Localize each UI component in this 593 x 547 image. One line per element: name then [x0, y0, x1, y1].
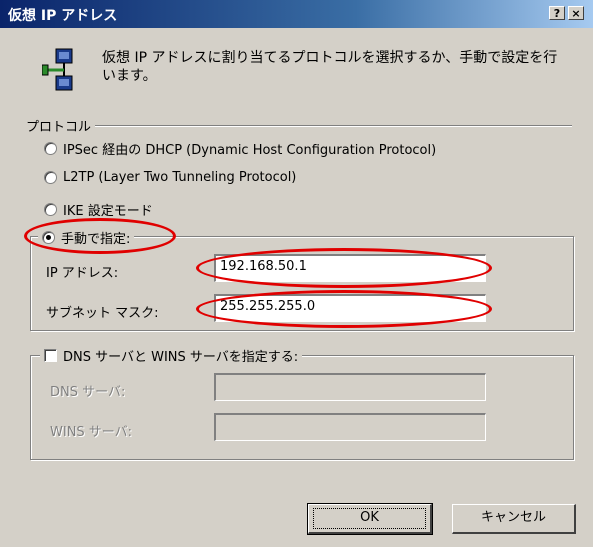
- cancel-button-label: キャンセル: [480, 510, 546, 525]
- dns-wins-group: [30, 355, 574, 460]
- radio-manual[interactable]: 手動で指定:: [38, 228, 135, 247]
- radio-label: IKE 設定モード: [63, 204, 153, 219]
- ok-button[interactable]: OK: [307, 503, 433, 535]
- wins-server-field[interactable]: [214, 413, 486, 441]
- wins-server-label: WINS サーバ:: [50, 425, 133, 440]
- window-title: 仮想 IP アドレス: [8, 8, 118, 24]
- dialog-description: 仮想 IP アドレスに割り当てるプロトコルを選択するか、手動で設定を行います。: [102, 50, 558, 84]
- radio-button-selected[interactable]: [42, 231, 55, 244]
- cancel-button[interactable]: キャンセル: [452, 504, 576, 534]
- network-adapter-icon: [42, 48, 73, 91]
- subnet-mask-field[interactable]: 255.255.255.0: [214, 294, 486, 322]
- dns-wins-checkbox[interactable]: [44, 349, 57, 362]
- radio-dot: [46, 235, 51, 240]
- radio-ipsec-dhcp[interactable]: IPSec 経由の DHCP (Dynamic Host Configurati…: [44, 139, 436, 158]
- subnet-mask-label: サブネット マスク:: [46, 306, 159, 321]
- radio-button[interactable]: [44, 142, 57, 155]
- dns-wins-checkbox-row[interactable]: DNS サーバと WINS サーバを指定する:: [40, 346, 303, 365]
- help-icon[interactable]: ?: [549, 6, 565, 20]
- protocol-group-divider: [92, 125, 572, 127]
- dns-wins-checkbox-label: DNS サーバと WINS サーバを指定する:: [63, 350, 299, 365]
- ip-address-label: IP アドレス:: [46, 266, 119, 281]
- protocol-group-label: プロトコル: [26, 116, 96, 135]
- dns-server-label: DNS サーバ:: [50, 385, 126, 400]
- radio-label: IPSec 経由の DHCP (Dynamic Host Configurati…: [63, 143, 437, 158]
- close-icon[interactable]: ×: [568, 6, 584, 20]
- focus-rectangle: [313, 508, 426, 529]
- radio-button[interactable]: [44, 203, 57, 216]
- virtual-ip-dialog: 仮想 IP アドレス ? × 仮想 IP アドレスに割り当てるプロトコルを選択す…: [0, 0, 593, 547]
- ip-address-field[interactable]: 192.168.50.1: [214, 254, 486, 282]
- radio-ike-config[interactable]: IKE 設定モード: [44, 200, 153, 219]
- radio-label: L2TP (Layer Two Tunneling Protocol): [63, 170, 297, 185]
- radio-l2tp[interactable]: L2TP (Layer Two Tunneling Protocol): [44, 170, 296, 185]
- title-bar[interactable]: 仮想 IP アドレス ? ×: [0, 0, 593, 28]
- radio-button[interactable]: [44, 171, 57, 184]
- dns-server-field[interactable]: [214, 373, 486, 401]
- radio-label: 手動で指定:: [61, 232, 131, 247]
